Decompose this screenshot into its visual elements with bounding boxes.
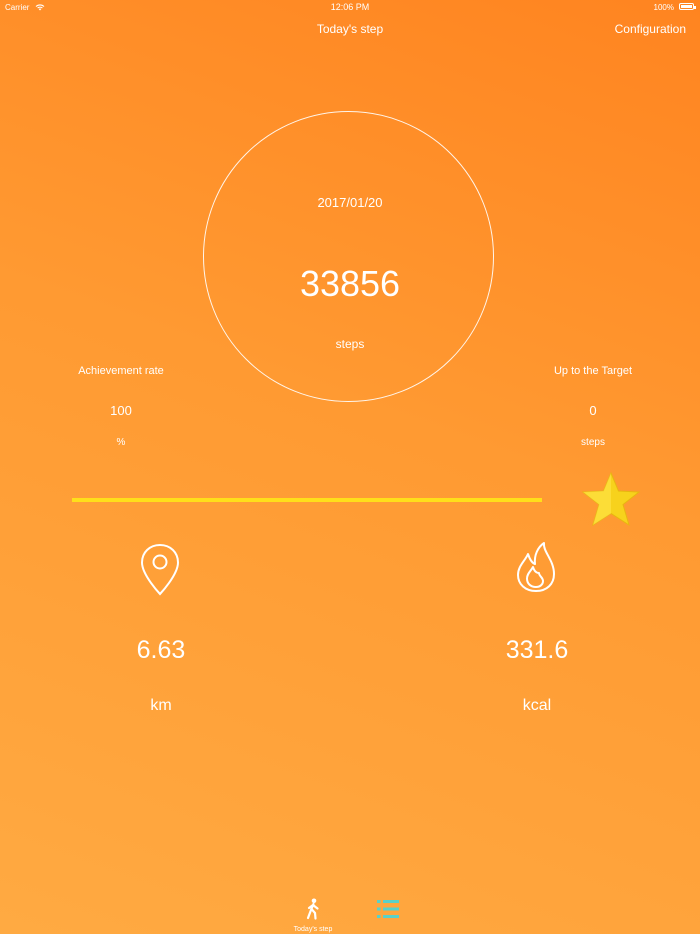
battery-percent: 100% (653, 3, 674, 12)
flame-icon (517, 542, 555, 592)
status-bar: Carrier 12:06 PM 100% (0, 0, 700, 14)
configuration-button[interactable]: Configuration (615, 22, 686, 36)
steps-count: 33856 (299, 263, 401, 304)
status-time: 12:06 PM (330, 2, 370, 12)
progress-bar (72, 498, 542, 502)
calories-unit: kcal (522, 697, 552, 714)
target-remaining-unit: steps (581, 437, 605, 448)
distance-value: 6.63 (136, 636, 186, 664)
target-remaining-value: 0 (589, 403, 597, 418)
progress-bar-fill (72, 498, 542, 502)
achievement-rate-label: Achievement rate (78, 365, 164, 377)
location-pin-icon (140, 543, 180, 596)
achievement-rate-unit: % (116, 437, 126, 448)
star-icon (581, 471, 641, 527)
tab-todays-step[interactable]: Today's step (283, 898, 343, 933)
page-title: Today's step (316, 22, 384, 36)
achievement-rate-value: 100 (110, 403, 132, 418)
target-label: Up to the Target (553, 365, 633, 377)
calories-value: 331.6 (505, 636, 569, 664)
tab-history-list[interactable] (358, 898, 418, 925)
walking-person-icon (306, 898, 319, 920)
steps-unit: steps (335, 337, 365, 351)
tab-todays-step-label: Today's step (293, 926, 333, 933)
battery-icon (679, 3, 696, 10)
list-icon (377, 900, 399, 918)
date-label: 2017/01/20 (317, 195, 383, 210)
distance-unit: km (150, 697, 172, 714)
step-ring (203, 111, 494, 402)
